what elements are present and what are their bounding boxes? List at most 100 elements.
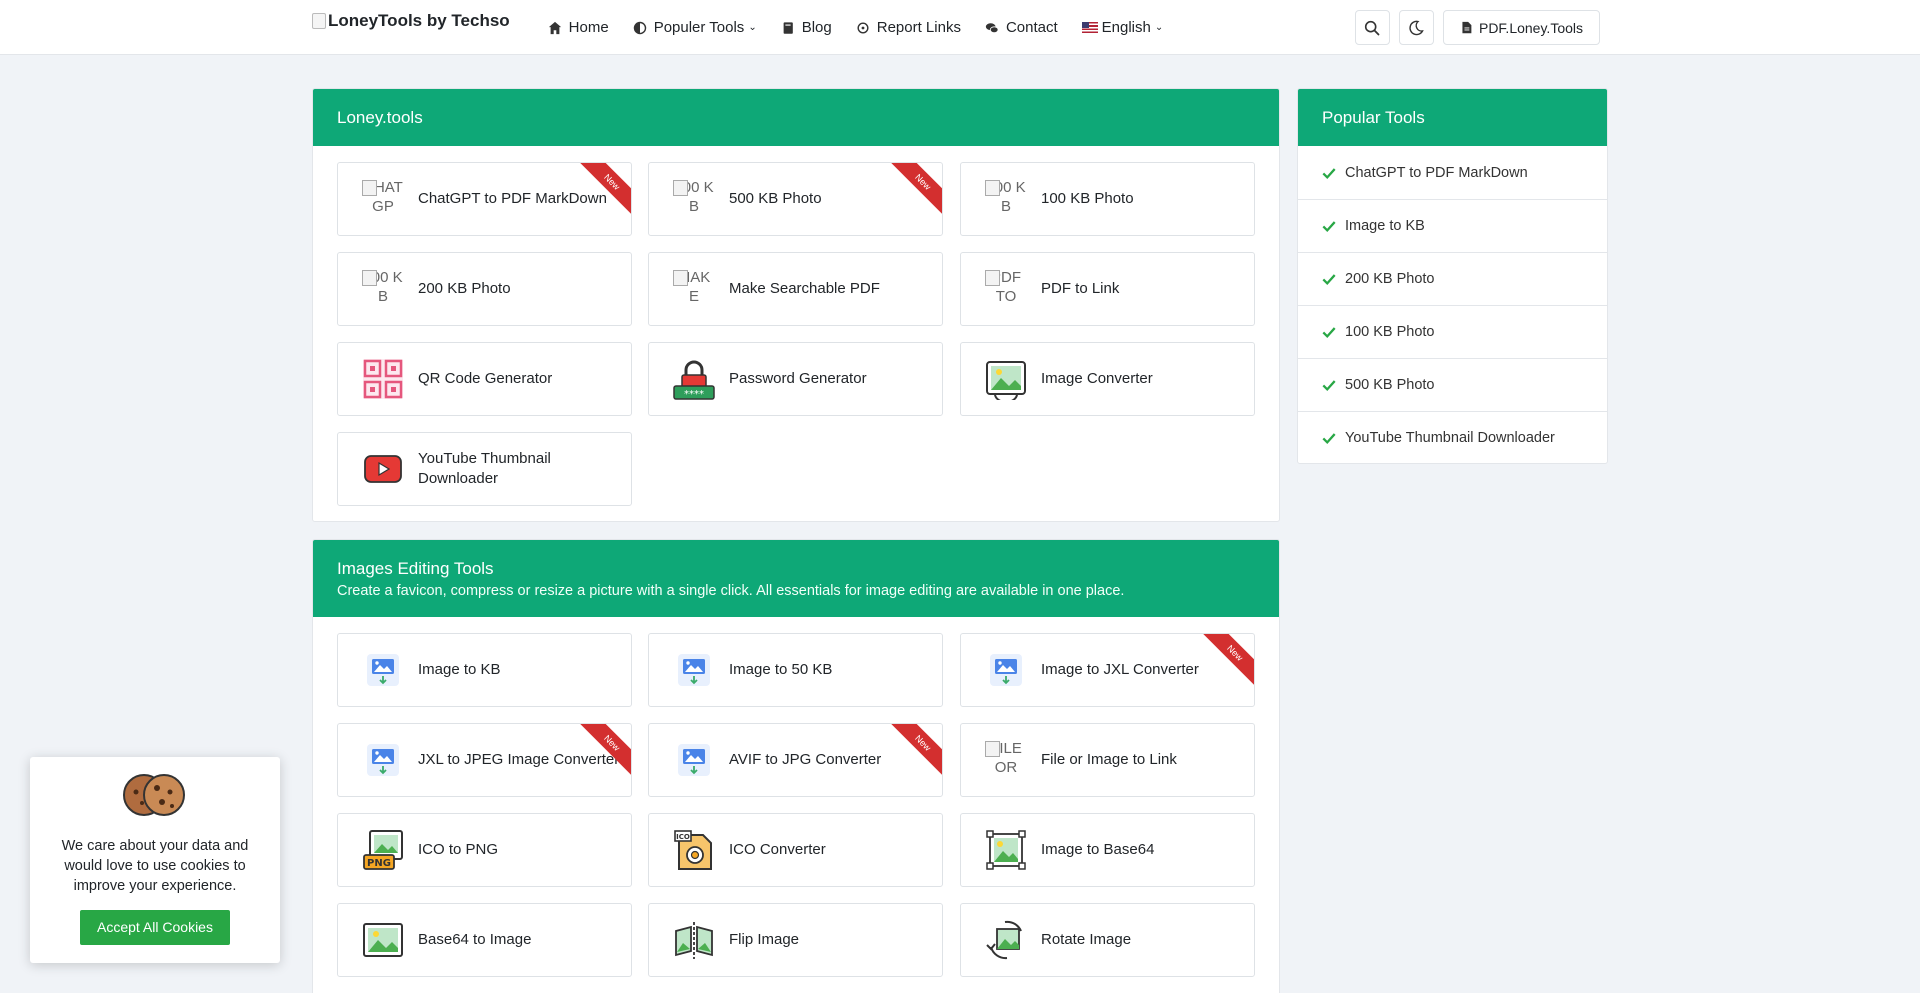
nav-populer-tools[interactable]: Populer Tools ⌄ [621, 19, 769, 36]
pdf-loney-tools-button[interactable]: PDF.Loney.Tools [1442, 10, 1600, 45]
nav-blog-label: Blog [801, 19, 832, 36]
theme-toggle-button[interactable] [1398, 10, 1434, 45]
tool-label: 200 KB Photo [418, 280, 511, 297]
svg-text:****: **** [684, 389, 704, 400]
broken-image-icon [312, 12, 326, 29]
broken-image-icon: 100 KB [985, 178, 1027, 220]
panel-title: Loney.tools [337, 107, 423, 127]
tool-card[interactable]: PDF TO PDF to Link [960, 252, 1255, 326]
tool-card[interactable]: Image to JXL Converter New [960, 633, 1255, 707]
tool-card[interactable]: Image to KB [337, 633, 632, 707]
tool-label: ICO to PNG [418, 841, 499, 858]
tool-label: JXL to JPEG Image Converter [418, 751, 620, 768]
broken-image-icon: CHATGP [362, 178, 404, 220]
image-download-icon [673, 739, 715, 781]
tool-card[interactable]: AVIF to JPG Converter New [648, 723, 943, 797]
popular-tool-label: Image to KB [1345, 218, 1425, 234]
tool-card[interactable]: 100 KB 100 KB Photo [960, 162, 1255, 236]
accept-cookies-button[interactable]: Accept All Cookies [80, 910, 230, 945]
loney-tools-panel: Loney.tools CHATGP ChatGPT to PDF MarkDo… [312, 88, 1280, 522]
nav-language[interactable]: English ⌄ [1070, 19, 1176, 36]
popular-tool-item[interactable]: 200 KB Photo [1298, 252, 1607, 305]
nav-contact-label: Contact [1005, 19, 1058, 36]
tool-card[interactable]: ICO ICO Converter [648, 813, 943, 887]
check-icon [1322, 433, 1336, 445]
nav-home[interactable]: Home [536, 19, 621, 36]
tool-label: QR Code Generator [418, 370, 553, 387]
tool-label: 500 KB Photo [729, 190, 822, 207]
tool-card[interactable]: FILE OR File or Image to Link [960, 723, 1255, 797]
tool-label: File or Image to Link [1041, 751, 1177, 768]
search-icon [1365, 20, 1380, 35]
tool-label: ICO Converter [729, 841, 826, 858]
tool-card[interactable]: Image to Base64 [960, 813, 1255, 887]
image-frame-icon [985, 829, 1027, 871]
nav-report-links[interactable]: Report Links [844, 19, 973, 36]
tool-card[interactable]: CHATGP ChatGPT to PDF MarkDown New [337, 162, 632, 236]
check-icon [1322, 274, 1336, 286]
tool-label: Image to JXL Converter [1041, 661, 1199, 678]
popular-tool-item[interactable]: Image to KB [1298, 199, 1607, 252]
tool-card[interactable]: JXL to JPEG Image Converter New [337, 723, 632, 797]
nav-report-links-label: Report Links [876, 19, 961, 36]
popular-tool-item[interactable]: 100 KB Photo [1298, 305, 1607, 358]
chat-icon [985, 22, 999, 33]
check-icon [1322, 327, 1336, 339]
tool-card[interactable]: Flip Image [648, 903, 943, 977]
tool-label: Make Searchable PDF [729, 280, 880, 297]
image-download-icon [362, 649, 404, 691]
tool-card[interactable]: 200 KB 200 KB Photo [337, 252, 632, 326]
popular-tool-item[interactable]: 500 KB Photo [1298, 358, 1607, 411]
brand-logo[interactable]: LoneyTools by Techso [312, 11, 510, 31]
cookie-message: We care about your data and would love t… [61, 838, 249, 894]
pdf-file-icon [1462, 21, 1472, 34]
broken-image-icon: PDF TO [985, 268, 1027, 310]
tool-card[interactable]: 500 KB 500 KB Photo New [648, 162, 943, 236]
popular-tool-item[interactable]: YouTube Thumbnail Downloader [1298, 411, 1607, 463]
tool-card[interactable]: PNG ICO to PNG [337, 813, 632, 887]
book-icon [783, 21, 793, 34]
pdf-button-label: PDF.Loney.Tools [1478, 19, 1583, 36]
new-badge: New [887, 724, 942, 780]
popular-tools-title: Popular Tools [1322, 107, 1425, 127]
popular-tool-label: 200 KB Photo [1345, 271, 1435, 287]
tool-label: Password Generator [729, 370, 867, 387]
tool-card[interactable]: Rotate Image [960, 903, 1255, 977]
broken-image-icon: FILE OR [985, 739, 1027, 781]
tool-label: Image to 50 KB [729, 661, 833, 678]
tool-label: 100 KB Photo [1041, 190, 1134, 207]
search-button[interactable] [1354, 10, 1390, 45]
check-icon [1322, 167, 1336, 179]
tool-card[interactable]: Image Converter [960, 342, 1255, 416]
flip-image-icon [673, 919, 715, 961]
tool-label: AVIF to JPG Converter [729, 751, 882, 768]
nav-home-label: Home [568, 19, 609, 36]
tool-label: PDF to Link [1041, 280, 1120, 297]
tool-card[interactable]: Base64 to Image [337, 903, 632, 977]
nav-blog[interactable]: Blog [769, 19, 844, 36]
tool-card[interactable]: **** Password Generator [648, 342, 943, 416]
nav-contact[interactable]: Contact [973, 19, 1070, 36]
svg-text:PNG: PNG [367, 858, 391, 869]
tool-card[interactable]: Image to 50 KB [648, 633, 943, 707]
tool-card[interactable]: QR Code Generator [337, 342, 632, 416]
moon-icon [1409, 20, 1425, 35]
png-file-icon: PNG [362, 829, 404, 871]
tool-card[interactable]: MAKE Make Searchable PDF [648, 252, 943, 326]
broken-image-icon: MAKE [673, 268, 715, 310]
nav-language-label: English [1101, 19, 1151, 36]
brand-text: LoneyTools by Techso [328, 10, 510, 30]
tool-label: Flip Image [729, 931, 800, 948]
popular-tool-item[interactable]: ChatGPT to PDF MarkDown [1298, 146, 1607, 199]
cookie-icon [122, 770, 188, 820]
popular-tools-panel: Popular Tools ChatGPT to PDF MarkDown Im… [1297, 88, 1608, 464]
check-icon [1322, 221, 1336, 233]
tool-label: ChatGPT to PDF MarkDown [418, 190, 607, 207]
image-download-icon [362, 739, 404, 781]
image-converter-icon [985, 358, 1027, 400]
home-icon [548, 21, 561, 34]
check-icon [1322, 380, 1336, 392]
youtube-icon [362, 448, 404, 490]
top-navbar: LoneyTools by Techso Home Populer Tools … [0, 0, 1920, 55]
tool-card[interactable]: YouTube Thumbnail Downloader [337, 432, 632, 506]
